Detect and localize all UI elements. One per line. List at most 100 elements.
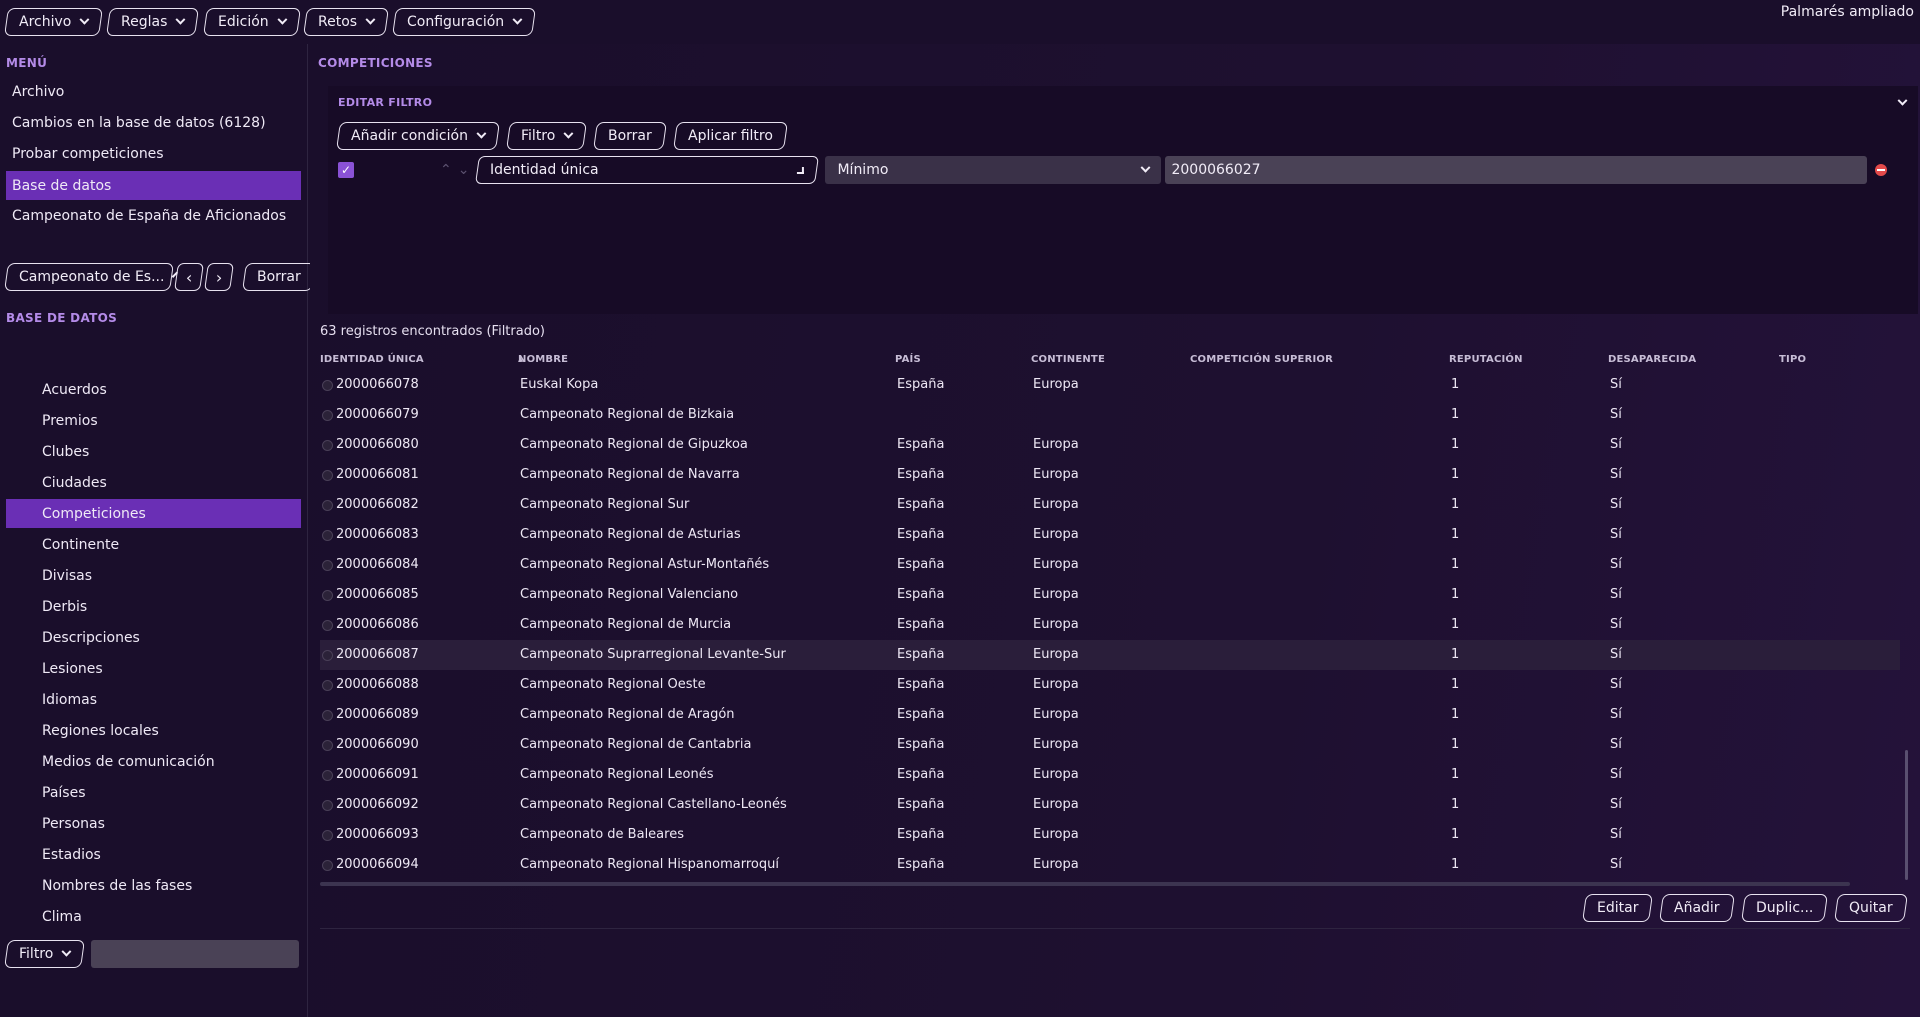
sidebar-item-descripciones[interactable]: Descripciones (6, 623, 301, 652)
competition-selector[interactable]: Campeonato de Es... (4, 263, 179, 291)
chevron-down-icon (365, 14, 376, 25)
sidebar-item-archivo[interactable]: Archivo (6, 77, 301, 106)
row-select-radio[interactable] (322, 410, 333, 421)
table-row[interactable]: 2000066093 Campeonato de Baleares España Eu… (320, 820, 1900, 850)
cell-name: Campeonato Regional Castellano-Leonés (520, 797, 787, 812)
horizontal-scrollbar[interactable] (320, 882, 1850, 886)
nav-back-button[interactable]: ‹ (174, 263, 204, 291)
cell-gone: Sí (1610, 527, 1622, 542)
duplicate-button[interactable]: Duplic... (1741, 894, 1829, 922)
sidebar-item-paises[interactable]: Países (6, 778, 301, 807)
col-header-id[interactable]: IDENTIDAD ÚNICA (320, 354, 424, 365)
filter-menu-button[interactable]: Filtro (505, 122, 588, 150)
table-row[interactable]: 2000066091 Campeonato Regional Leonés Espa… (320, 760, 1900, 790)
table-row[interactable]: 2000066089 Campeonato Regional de Aragón E… (320, 700, 1900, 730)
collapse-filter-button[interactable] (1897, 95, 1908, 111)
sidebar-item-clubes[interactable]: Clubes (6, 437, 301, 466)
menu-reglas[interactable]: Reglas (106, 8, 200, 36)
clear-filter-button[interactable]: Borrar (593, 122, 668, 150)
sidebar-item-probar[interactable]: Probar competiciones (6, 139, 301, 168)
table-row[interactable]: 2000066081 Campeonato Regional de Navarra… (320, 460, 1900, 490)
table-row[interactable]: 2000066085 Campeonato Regional Valenciano… (320, 580, 1900, 610)
col-header-tipo[interactable]: TIPO (1779, 354, 1806, 365)
row-select-radio[interactable] (322, 740, 333, 751)
table-row[interactable]: 2000066082 Campeonato Regional Sur España E… (320, 490, 1900, 520)
cell-name: Campeonato Regional de Gipuzkoa (520, 437, 748, 452)
table-row[interactable]: 2000066087 Campeonato Suprarregional Leva… (320, 640, 1900, 670)
sidebar-item-cambios[interactable]: Cambios en la base de datos (6128) (6, 108, 301, 137)
col-header-competicion-superior[interactable]: COMPETICIÓN SUPERIOR (1190, 354, 1333, 365)
sidebar-item-lesiones[interactable]: Lesiones (6, 654, 301, 683)
sidebar-filter-button[interactable]: Filtro (4, 940, 86, 968)
table-row[interactable]: 2000066094 Campeonato Regional Hispanomar… (320, 850, 1900, 880)
row-select-radio[interactable] (322, 650, 333, 661)
row-select-radio[interactable] (322, 470, 333, 481)
add-condition-button[interactable]: Añadir condición (336, 122, 500, 150)
col-header-reputacion[interactable]: REPUTACIÓN (1449, 354, 1523, 365)
sidebar-item-divisas[interactable]: Divisas (6, 561, 301, 590)
edit-button[interactable]: Editar (1582, 894, 1654, 922)
sidebar-item-campeonato[interactable]: Campeonato de España de Aficionados (6, 201, 301, 230)
sidebar-item-continente[interactable]: Continente (6, 530, 301, 559)
sidebar-item-estadios[interactable]: Estadios (6, 840, 301, 869)
col-header-desaparecida[interactable]: DESAPARECIDA (1608, 354, 1696, 365)
row-select-radio[interactable] (322, 560, 333, 571)
add-button[interactable]: Añadir (1659, 894, 1735, 922)
table-row[interactable]: 2000066088 Campeonato Regional Oeste Españ… (320, 670, 1900, 700)
table-row[interactable]: 2000066084 Campeonato Regional Astur-Mont… (320, 550, 1900, 580)
sidebar-item-base-de-datos[interactable]: Base de datos (6, 171, 301, 200)
sidebar-item-ciudades[interactable]: Ciudades (6, 468, 301, 497)
row-select-radio[interactable] (322, 710, 333, 721)
sidebar-item-premios[interactable]: Premios (6, 406, 301, 435)
row-select-radio[interactable] (322, 770, 333, 781)
nav-clear-button[interactable]: Borrar (242, 263, 316, 291)
remove-condition-icon[interactable] (1875, 164, 1888, 176)
table-row[interactable]: 2000066086 Campeonato Regional de Murcia E… (320, 610, 1900, 640)
menu-edicion[interactable]: Edición (202, 8, 301, 36)
condition-operator-select[interactable]: Mínimo (825, 156, 1162, 184)
sidebar-search-input[interactable] (91, 940, 300, 968)
remove-button[interactable]: Quitar (1834, 894, 1908, 922)
move-up-icon[interactable]: ⌃ (440, 162, 452, 178)
palmares-link[interactable]: Palmarés ampliado (1781, 4, 1914, 20)
table-row[interactable]: 2000066080 Campeonato Regional de Gipuzko… (320, 430, 1900, 460)
row-select-radio[interactable] (322, 530, 333, 541)
row-select-radio[interactable] (322, 800, 333, 811)
menu-configuracion[interactable]: Configuración (392, 8, 537, 36)
move-down-icon[interactable]: ⌄ (458, 162, 470, 178)
row-select-radio[interactable] (322, 590, 333, 601)
vertical-scrollbar[interactable] (1905, 750, 1908, 880)
col-header-pais[interactable]: PAÍS (895, 354, 921, 365)
sidebar-item-competiciones[interactable]: Competiciones (6, 499, 301, 528)
table-row[interactable]: 2000066079 Campeonato Regional de Bizkaia… (320, 400, 1900, 430)
sidebar-item-regiones[interactable]: Regiones locales (6, 716, 301, 745)
row-select-radio[interactable] (322, 620, 333, 631)
menu-archivo[interactable]: Archivo (4, 8, 104, 36)
table-row[interactable]: 2000066078 Euskal Kopa España Europa 1 Sí (320, 370, 1900, 400)
sidebar-item-acuerdos[interactable]: Acuerdos (6, 375, 301, 404)
table-row[interactable]: 2000066090 Campeonato Regional de Cantabr… (320, 730, 1900, 760)
condition-checkbox[interactable]: ✓ (338, 162, 354, 178)
table-row[interactable]: 2000066083 Campeonato Regional de Asturia… (320, 520, 1900, 550)
condition-field-select[interactable]: Identidad única (475, 156, 820, 184)
apply-filter-button[interactable]: Aplicar filtro (673, 122, 788, 150)
sidebar-item-derbis[interactable]: Derbis (6, 592, 301, 621)
menu-retos[interactable]: Retos (303, 8, 390, 36)
cell-rep: 1 (1451, 497, 1460, 512)
nav-forward-button[interactable]: › (204, 263, 234, 291)
row-select-radio[interactable] (322, 860, 333, 871)
row-select-radio[interactable] (322, 680, 333, 691)
sidebar-item-fases[interactable]: Nombres de las fases (6, 871, 301, 900)
sidebar-item-idiomas[interactable]: Idiomas (6, 685, 301, 714)
table-row[interactable]: 2000066092 Campeonato Regional Castellano… (320, 790, 1900, 820)
row-select-radio[interactable] (322, 380, 333, 391)
sidebar-item-clima[interactable]: Clima (6, 902, 301, 931)
records-count: 63 registros encontrados (Filtrado) (320, 324, 545, 339)
row-select-radio[interactable] (322, 500, 333, 511)
condition-value-input[interactable]: 2000066027 (1165, 156, 1868, 184)
sidebar-item-personas[interactable]: Personas (6, 809, 301, 838)
col-header-continente[interactable]: CONTINENTE (1031, 354, 1105, 365)
row-select-radio[interactable] (322, 440, 333, 451)
sidebar-item-medios[interactable]: Medios de comunicación (6, 747, 301, 776)
row-select-radio[interactable] (322, 830, 333, 841)
